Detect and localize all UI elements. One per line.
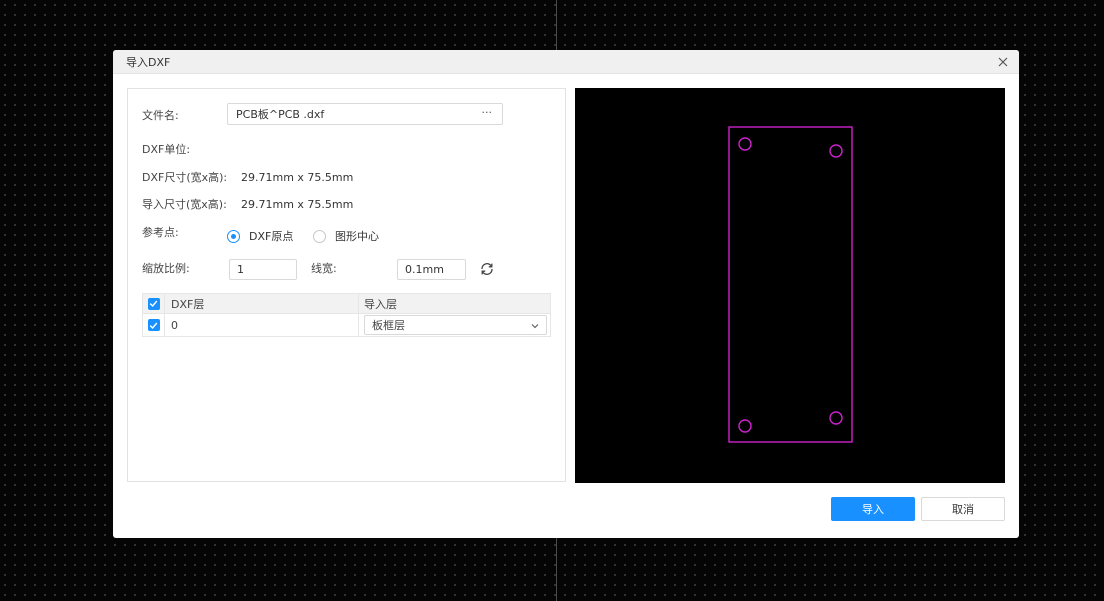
- line-width-input[interactable]: 0.1mm: [397, 259, 466, 280]
- dialog-title: 导入DXF: [126, 55, 171, 69]
- row-dxf-layer: 0: [165, 314, 359, 336]
- close-icon[interactable]: [996, 55, 1010, 69]
- header-checkbox-cell: [143, 294, 165, 313]
- layer-table: DXF层 导入层 0 板框层: [142, 293, 551, 337]
- reference-label: 参考点:: [142, 226, 179, 239]
- dxf-unit-label: DXF单位:: [142, 143, 191, 156]
- settings-panel: 文件名: PCB板^PCB .dxf ··· DXF单位: DXF尺寸(宽x高)…: [127, 88, 566, 482]
- dxf-unit-row: DXF单位:: [142, 141, 190, 157]
- mount-hole: [738, 137, 752, 151]
- import-button[interactable]: 导入: [831, 497, 915, 521]
- header-import-layer: 导入层: [364, 297, 397, 311]
- line-width-row: 线宽:: [311, 260, 337, 276]
- file-name-field[interactable]: PCB板^PCB .dxf ···: [227, 103, 503, 125]
- scale-input[interactable]: 1: [229, 259, 297, 280]
- board-outline: [728, 126, 853, 443]
- dxf-size-label: DXF尺寸(宽x高):: [142, 171, 228, 184]
- preview-drawing: [728, 126, 853, 443]
- import-size-value: 29.71mm x 75.5mm: [241, 197, 354, 211]
- import-layer-value: 板框层: [372, 319, 405, 332]
- file-name-value: PCB板^PCB .dxf: [236, 108, 325, 121]
- radio-dxf-origin-label: DXF原点: [249, 230, 294, 243]
- dxf-preview-canvas: [575, 88, 1005, 483]
- header-dxf-layer: DXF层: [165, 294, 359, 313]
- table-row: 0 板框层: [142, 314, 551, 337]
- browse-button[interactable]: ···: [482, 106, 493, 119]
- cancel-button[interactable]: 取消: [921, 497, 1005, 521]
- radio-dxf-origin[interactable]: DXF原点: [227, 228, 293, 244]
- radio-shape-center[interactable]: 图形中心: [313, 228, 379, 244]
- scale-value: 1: [237, 263, 244, 276]
- select-all-checkbox[interactable]: [147, 297, 160, 310]
- import-size-label: 导入尺寸(宽x高):: [142, 198, 227, 211]
- file-name-label: 文件名:: [142, 109, 179, 122]
- row-import-layer-cell: 板框层: [359, 314, 550, 336]
- import-layer-select[interactable]: 板框层: [364, 315, 547, 335]
- scale-label: 缩放比例:: [142, 262, 190, 275]
- file-name-row: 文件名:: [142, 107, 179, 123]
- radio-selected-icon: [227, 229, 240, 243]
- radio-unselected-icon: [313, 229, 326, 243]
- import-dxf-dialog: 导入DXF 文件名: PCB板^PCB .dxf ··· DXF单位: DXF尺…: [113, 50, 1019, 538]
- mount-hole: [738, 419, 752, 433]
- radio-shape-center-label: 图形中心: [335, 230, 379, 243]
- refresh-icon[interactable]: [479, 261, 495, 277]
- dxf-size-value: 29.71mm x 75.5mm: [241, 170, 354, 184]
- dialog-titlebar: 导入DXF: [113, 50, 1019, 74]
- line-width-label: 线宽:: [311, 262, 337, 275]
- mount-hole: [829, 144, 843, 158]
- line-width-value: 0.1mm: [405, 263, 444, 276]
- chevron-down-icon: [531, 320, 539, 333]
- scale-row: 缩放比例:: [142, 260, 190, 276]
- dxf-size-row: DXF尺寸(宽x高): 29.71mm x 75.5mm: [142, 169, 562, 185]
- import-size-row: 导入尺寸(宽x高): 29.71mm x 75.5mm: [142, 196, 562, 212]
- row-checkbox[interactable]: [147, 319, 160, 331]
- layer-table-header: DXF层 导入层: [142, 293, 551, 314]
- mount-hole: [829, 411, 843, 425]
- row-checkbox-cell: [143, 314, 165, 336]
- reference-row: 参考点:: [142, 224, 179, 240]
